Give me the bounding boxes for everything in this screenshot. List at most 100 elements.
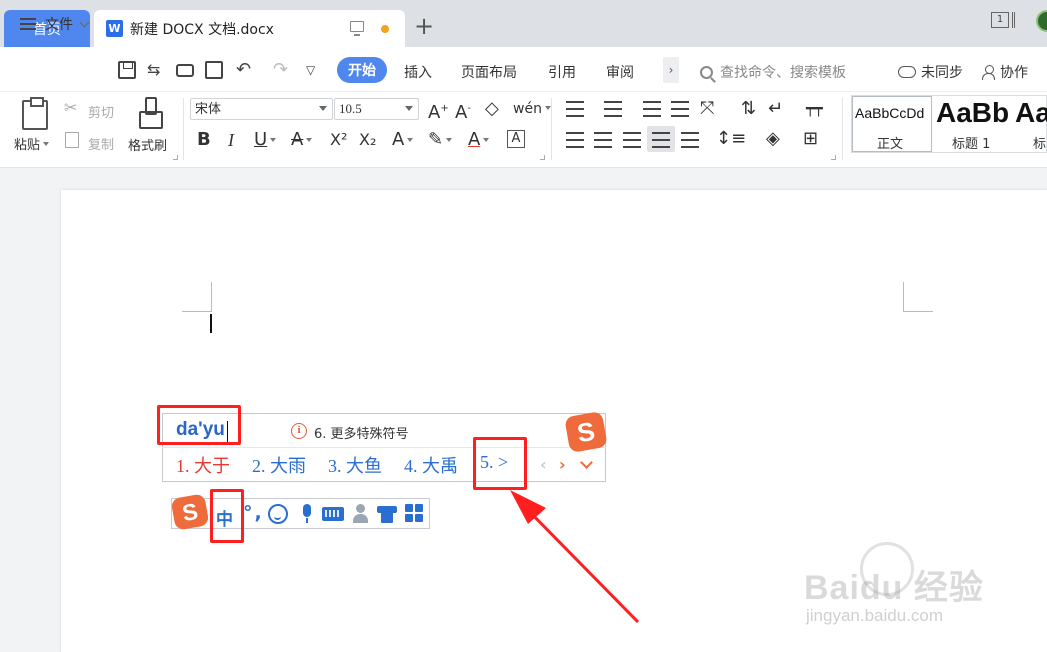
ime-tip-text: 更多特殊符号 [330, 427, 409, 442]
font-group-launcher[interactable] [540, 155, 545, 160]
shading-icon[interactable]: ◈ [766, 129, 780, 149]
file-menu[interactable]: 文件 [20, 14, 90, 34]
show-marks-icon[interactable]: ↵ [768, 99, 783, 119]
font-size-value: 10.5 [339, 101, 362, 116]
cut-button[interactable]: 剪切 [88, 102, 114, 121]
chinese-layout-icon[interactable]: ⤧ [700, 99, 714, 119]
clipboard-icon[interactable] [22, 97, 48, 130]
tab-page-layout[interactable]: 页面布局 [461, 62, 517, 82]
undo-icon[interactable]: ↶ [236, 61, 254, 79]
text-effect-icon[interactable]: A [392, 130, 414, 150]
char-border-icon[interactable]: A [507, 130, 525, 148]
ribbon-separator [551, 98, 552, 160]
soft-keyboard-icon[interactable] [322, 507, 344, 521]
monitor-icon[interactable] [350, 21, 364, 36]
cloud-icon [898, 66, 916, 78]
candidate-3[interactable]: 3. 大鱼 [328, 452, 382, 478]
account-icon[interactable] [352, 504, 372, 524]
format-painter-icon[interactable] [139, 97, 163, 129]
borders-icon[interactable]: ⊞ [803, 129, 818, 149]
sync-status-button[interactable]: 未同步 [898, 62, 963, 82]
scissors-icon[interactable]: ✂ [64, 98, 77, 117]
tab-start[interactable]: 开始 [337, 57, 387, 83]
window-count-icon[interactable]: 1 [991, 12, 1009, 28]
grow-font-icon[interactable]: A+ [428, 99, 449, 123]
candidate-2[interactable]: 2. 大雨 [252, 452, 306, 478]
phonetic-guide-button[interactable]: wén [513, 99, 551, 119]
bullet-list-icon[interactable] [566, 101, 584, 117]
align-left-icon[interactable] [566, 132, 584, 148]
align-justify-icon[interactable] [652, 132, 670, 148]
info-icon: i [291, 423, 307, 439]
font-name-select[interactable]: 宋体 [190, 98, 333, 120]
redo-icon[interactable]: ↷ [273, 61, 291, 79]
emoji-icon[interactable] [268, 504, 288, 524]
command-search[interactable]: 查找命令、搜索模板 [700, 62, 846, 82]
print-icon[interactable] [176, 64, 194, 77]
numbered-list-icon[interactable] [604, 101, 622, 117]
subscript-button[interactable]: X₂ [359, 130, 376, 150]
style-heading2-name: 标 [1033, 137, 1047, 152]
more-tabs-button[interactable]: › [663, 57, 679, 83]
margin-corner-mark [182, 282, 212, 312]
font-name-value: 宋体 [195, 101, 222, 116]
underline-button[interactable]: U [254, 130, 277, 150]
person-add-icon [982, 65, 995, 80]
format-painter-button[interactable]: 格式刷 [128, 135, 167, 154]
microphone-icon[interactable] [298, 504, 318, 524]
text-cursor [210, 314, 212, 333]
punctuation-toggle[interactable]: °, [243, 502, 264, 524]
sort-icon[interactable]: ⇅ [741, 99, 756, 119]
tab-document[interactable]: W 新建 DOCX 文档.docx [94, 10, 405, 47]
line-spacing-icon[interactable]: ↕≡ [716, 129, 746, 149]
style-heading2[interactable]: Aa [1015, 97, 1047, 129]
clipboard-group-launcher[interactable] [173, 155, 178, 160]
ime-tip[interactable]: 6. 更多特殊符号 [314, 423, 409, 442]
font-size-select[interactable]: 10.5 [334, 98, 419, 120]
tab-references[interactable]: 引用 [548, 62, 576, 82]
strikethrough-icon[interactable]: A [291, 130, 313, 150]
save-icon[interactable] [118, 61, 136, 79]
print-preview-icon[interactable] [205, 61, 223, 79]
highlight-icon[interactable]: ✎ [428, 130, 453, 150]
phonetic-guide-label: wén [513, 101, 542, 117]
paragraph-group-launcher[interactable] [831, 155, 836, 160]
export-icon[interactable]: ⇆ [147, 61, 165, 79]
tab-insert[interactable]: 插入 [404, 62, 432, 82]
candidate-1[interactable]: 1. 大于 [176, 452, 230, 478]
italic-button[interactable]: I [228, 130, 234, 150]
collaborate-button[interactable]: 协作 [982, 62, 1028, 82]
annotation-box-pinyin [157, 405, 241, 445]
distribute-icon[interactable] [681, 132, 699, 148]
new-tab-plus-icon[interactable]: + [414, 14, 434, 38]
clear-format-icon[interactable]: ◇ [485, 99, 499, 119]
font-color-icon[interactable]: A [468, 130, 490, 150]
paste-button[interactable]: 粘贴 [14, 134, 50, 153]
hamburger-icon [20, 18, 36, 30]
style-normal-sample: AaBbCcDd [855, 105, 925, 121]
decrease-indent-icon[interactable] [643, 101, 661, 117]
copy-icon[interactable] [65, 132, 79, 148]
toolbox-icon[interactable] [405, 504, 425, 524]
increase-indent-icon[interactable] [671, 101, 689, 117]
align-right-icon[interactable] [623, 132, 641, 148]
prev-page-icon[interactable]: ‹ [540, 455, 547, 474]
bold-button[interactable]: B [197, 130, 211, 150]
watermark-url: jingyan.baidu.com [806, 606, 944, 625]
ime-tip-number: 6. [314, 427, 327, 442]
tab-review[interactable]: 审阅 [606, 62, 634, 82]
command-search-placeholder: 查找命令、搜索模板 [720, 65, 846, 81]
superscript-button[interactable]: X² [330, 130, 347, 150]
next-page-icon[interactable]: › [559, 455, 566, 474]
ribbon-separator [842, 98, 843, 160]
align-center-icon[interactable] [594, 132, 612, 148]
shrink-font-icon[interactable]: A- [455, 99, 471, 123]
quick-access-more-icon[interactable]: ▽ [306, 61, 324, 79]
table-grid-icon[interactable]: ┯┯ [806, 99, 823, 119]
copy-button[interactable]: 复制 [88, 134, 114, 153]
sogou-logo-icon[interactable]: S [170, 493, 210, 531]
style-heading1[interactable]: AaBb [936, 97, 1009, 129]
candidate-4[interactable]: 4. 大禹 [404, 452, 458, 478]
chevron-down-icon [79, 17, 90, 27]
skin-icon[interactable] [377, 504, 397, 524]
